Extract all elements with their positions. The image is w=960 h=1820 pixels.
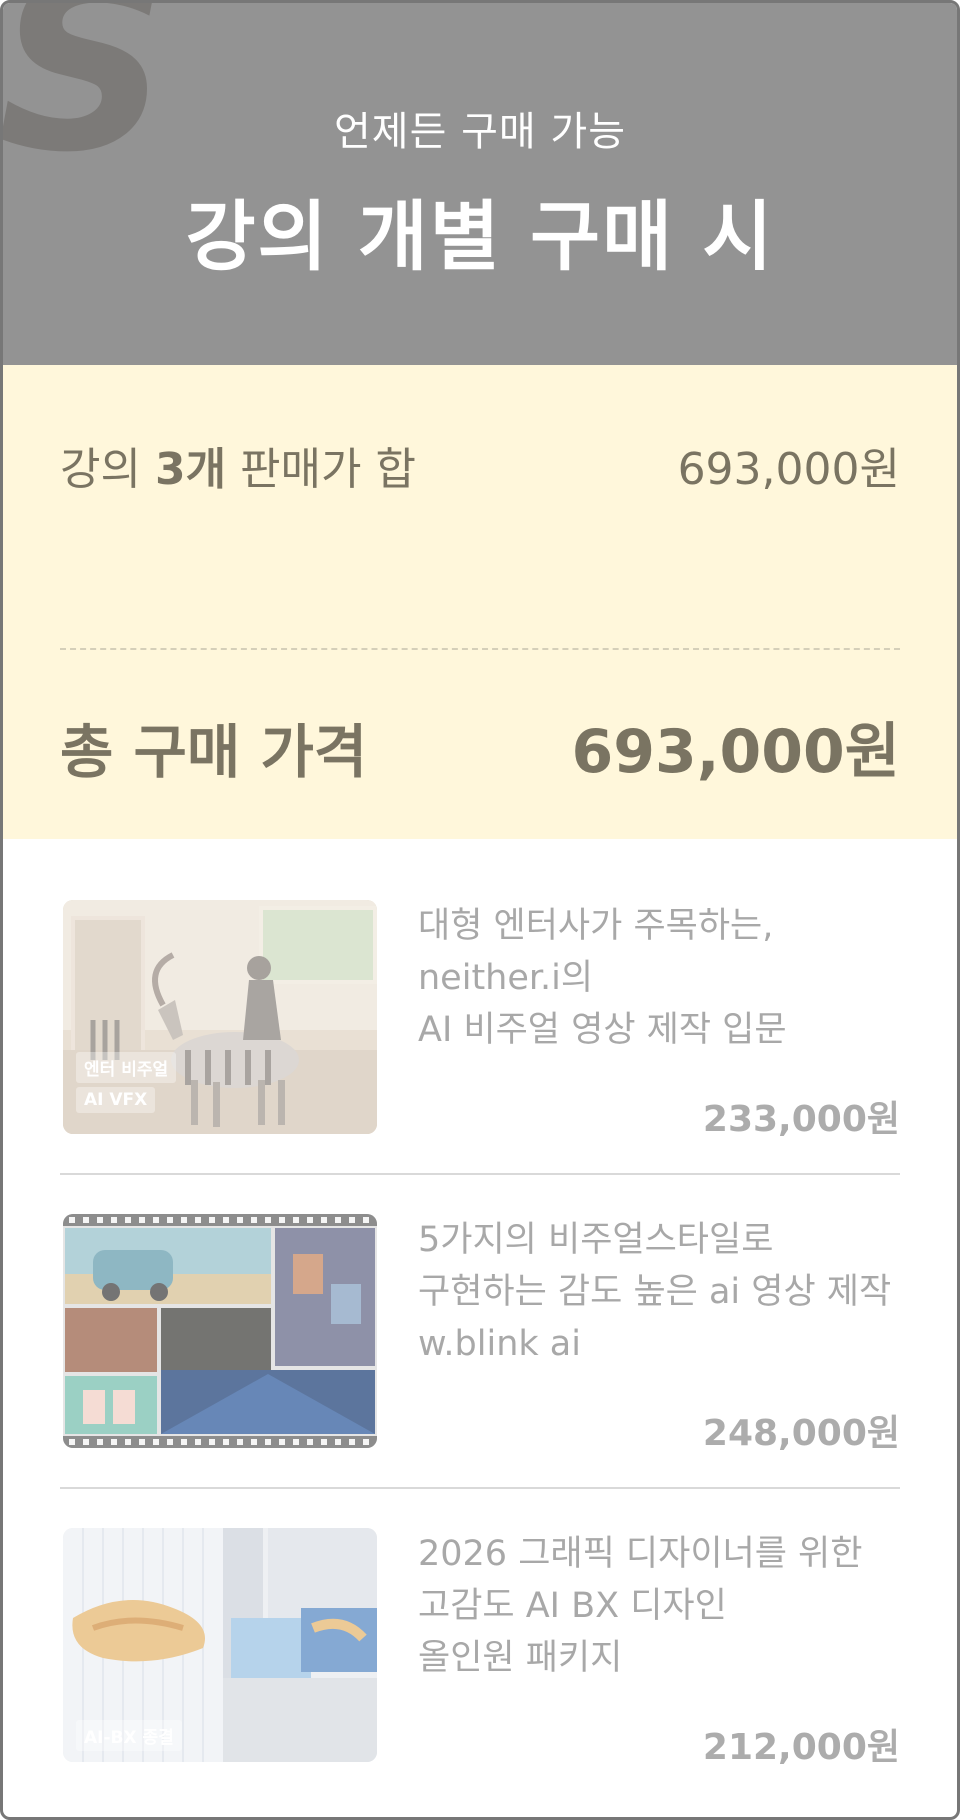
sum-label-count: 3개: [154, 444, 227, 495]
course-price: 233,000원: [702, 1099, 900, 1140]
header-title: 강의 개별 구매 시: [185, 192, 775, 281]
course-title[interactable]: 2026 그래픽 디자이너를 위한 고감도 AI BX 디자인 올인원 패키지: [418, 1528, 900, 1684]
course-title[interactable]: 5가지의 비주얼스타일로 구현하는 감도 높은 ai 영상 제작 w.blink…: [418, 1214, 900, 1370]
total-row: 총 구매 가격 693,000원: [60, 703, 900, 790]
header-banner: S 언제든 구매 가능 강의 개별 구매 시: [3, 3, 957, 365]
price-summary: 강의 3개 판매가 합 693,000원 총 구매 가격 693,000원: [3, 365, 957, 839]
course-title-line: 5가지의 비주얼스타일로: [418, 1220, 774, 1260]
course-title[interactable]: 대형 엔터사가 주목하는, neither.i의 AI 비주얼 영상 제작 입문: [418, 900, 900, 1056]
bundle-price-card: S 언제든 구매 가능 강의 개별 구매 시 강의 3개 판매가 합 693,0…: [0, 0, 960, 1820]
course-title-line: AI 비주얼 영상 제작 입문: [418, 1010, 787, 1050]
course-price: 248,000원: [702, 1413, 900, 1454]
course-item[interactable]: 5가지의 비주얼스타일로 구현하는 감도 높은 ai 영상 제작 w.blink…: [60, 1214, 900, 1454]
sum-label: 강의 3개 판매가 합: [60, 433, 416, 497]
course-title-line: neither.i의: [418, 958, 594, 998]
s-logo-icon: S: [3, 3, 170, 205]
sum-label-prefix: 강의: [60, 444, 155, 495]
zebra-rider-thumbnail[interactable]: 엔터 비주얼 AI VFX: [63, 900, 377, 1134]
course-title-line: 고감도 AI BX 디자인: [418, 1586, 727, 1626]
list-divider: [60, 1487, 900, 1489]
course-title-line: 2026 그래픽 디자이너를 위한: [418, 1534, 863, 1574]
course-tag: AI VFX: [76, 1087, 156, 1113]
course-title-line: 올인원 패키지: [418, 1638, 623, 1678]
sum-row: 강의 3개 판매가 합 693,000원: [60, 433, 900, 497]
dashed-divider: [60, 648, 900, 650]
course-price: 212,000원: [702, 1727, 900, 1768]
list-divider: [60, 1173, 900, 1175]
sum-amount: 693,000원: [677, 444, 900, 495]
total-amount: 693,000원: [571, 717, 900, 787]
course-title-line: w.blink ai: [418, 1324, 581, 1364]
total-label: 총 구매 가격: [60, 718, 368, 786]
course-item[interactable]: 엔터 비주얼 AI VFX 대형 엔터사가 주목하는, neither.i의 A…: [60, 900, 900, 1140]
course-item[interactable]: AI-BX 종결 2026 그래픽 디자이너를 위한 고감도 AI BX 디자인…: [60, 1528, 900, 1768]
course-title-line: 구현하는 감도 높은 ai 영상 제작: [418, 1272, 892, 1312]
course-tag: AI-BX 종결: [76, 1720, 182, 1751]
header-subtitle: 언제든 구매 가능: [333, 109, 627, 155]
course-title-line: 대형 엔터사가 주목하는,: [418, 906, 774, 946]
sum-label-suffix: 판매가 합: [226, 444, 416, 495]
course-tag: 엔터 비주얼: [76, 1052, 177, 1083]
film-strip-collage-thumbnail[interactable]: [63, 1214, 377, 1448]
city-billboard-thumbnail[interactable]: AI-BX 종결: [63, 1528, 377, 1762]
